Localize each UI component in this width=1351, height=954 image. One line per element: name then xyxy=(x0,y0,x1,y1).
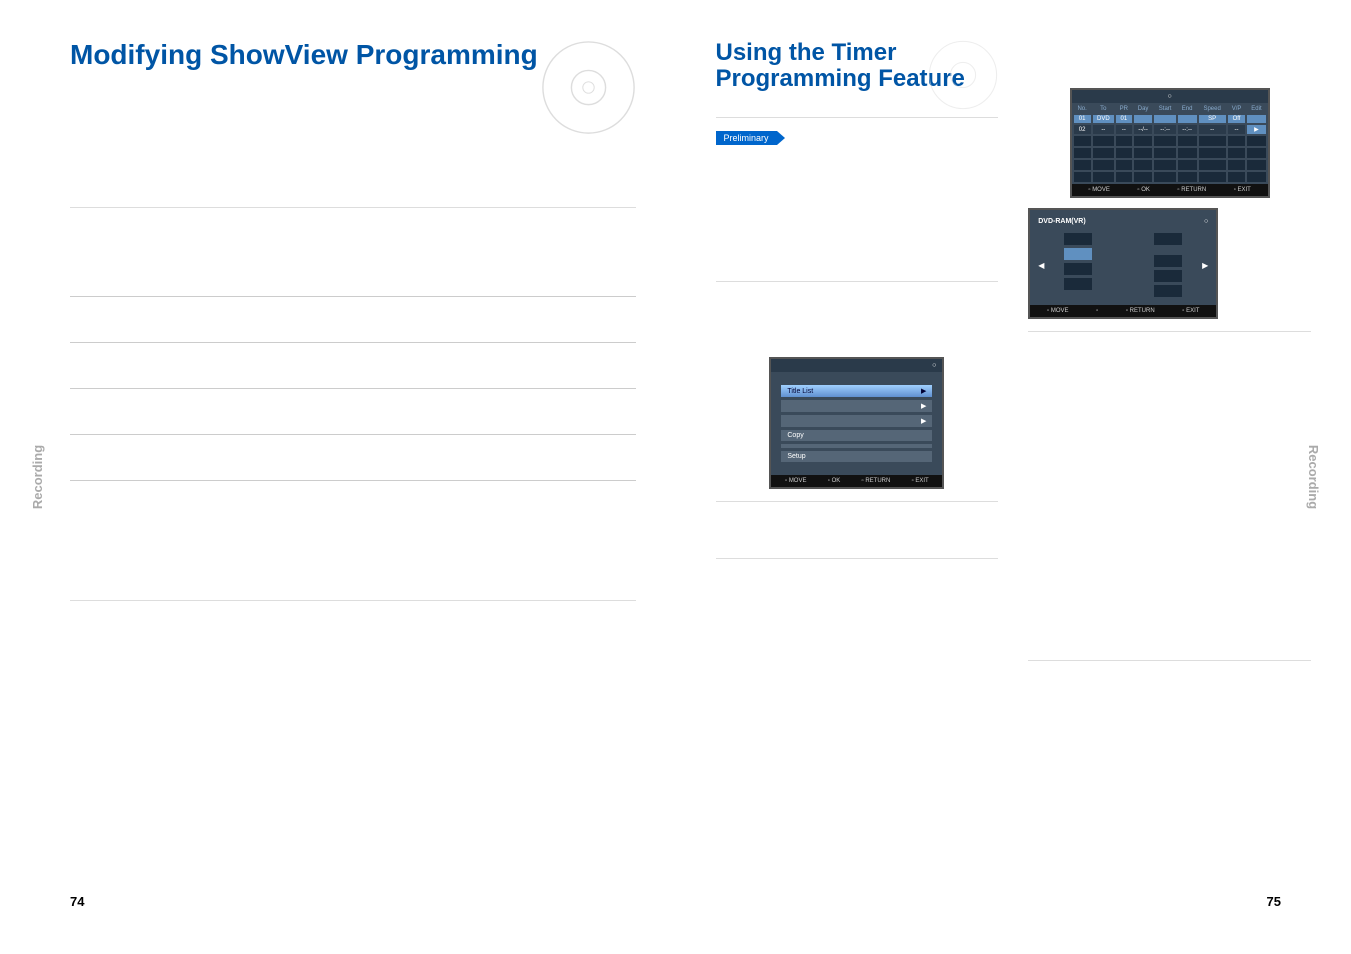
menu-item-setup: Setup xyxy=(781,451,932,462)
programme-screenshot: DVD-RAM(VR) ○ ◀ xyxy=(1028,208,1218,319)
page-number-right: 75 xyxy=(1267,894,1281,909)
disc-icon xyxy=(541,40,636,135)
table-row xyxy=(1074,160,1266,170)
side-tab-left: Recording xyxy=(30,445,45,509)
prelim-text: 1. Check the clock of your DVD recorder … xyxy=(716,156,999,201)
row-programme-number: Programme number ◀ ▶ Press the ◀ or ▶ bu… xyxy=(70,218,636,297)
menu-item-copy: Copy xyxy=(781,430,932,441)
menu-item: ▶ xyxy=(781,400,932,412)
side-tab-right: Recording xyxy=(1306,445,1321,509)
preliminary-badge: Preliminary xyxy=(716,131,777,145)
step-3: ▲▼ ▶ xyxy=(1028,44,1311,74)
step-2: ▲▼ ▶ xyxy=(716,514,999,544)
menu-item xyxy=(781,444,932,448)
page-number-left: 74 xyxy=(70,894,84,909)
circled-1: ① xyxy=(716,294,726,311)
table-row: 01 DVD 01 SP Off xyxy=(1074,115,1266,123)
disc-icon-right xyxy=(928,40,998,110)
row-edit: Edit ◀ ▶▲ ▼ xyxy=(70,481,636,550)
circled-2: ② xyxy=(716,310,726,327)
table-row xyxy=(1074,172,1266,182)
page-74: Recording Modifying ShowView Programming… xyxy=(0,0,676,954)
timer-table: No. To PR Day Start End Speed V/P Edit xyxy=(1072,103,1268,184)
table-row: 02 -- -- --/-- --:-- --:-- -- -- ▶ xyxy=(1074,125,1266,134)
menu-screenshot: ○ Title List▶ ▶ ▶ Copy Setup ▫ MOVE ▫ OK… xyxy=(769,357,944,489)
menu-item: ▶ xyxy=(781,415,932,427)
note-set: ▲▼ xyxy=(1028,364,1311,380)
step-1: ①① Press MENU button. ② ▲▼ ▶ ③ xyxy=(716,294,999,344)
row-time: Start/Stop time ◀ ▶▲ ▼ xyxy=(70,343,636,389)
step-4: ◀▶ ▲▼ xyxy=(1028,344,1311,380)
timer-record-screenshot: ○ No. To PR Day Start End Speed V/P Edit xyxy=(1070,88,1270,198)
row-speed: Tape Speed ◀ ▶▲ ▼ xyxy=(70,389,636,435)
page-75: Recording Using the Timer Programming Fe… xyxy=(676,0,1351,954)
row-vps: VPS/PDC ◀ ▶▲ ▼ xyxy=(70,435,636,481)
circled-3: ③ xyxy=(716,327,726,344)
note-move: ◀▶ xyxy=(1028,344,1311,360)
menu-tagline: ▫ MOVE ▫ OK ▫ RETURN ▫ EXIT xyxy=(771,475,942,487)
table-row xyxy=(1074,148,1266,158)
row-day: Day selection ◀ ▶▲ ▼ xyxy=(70,297,636,343)
table-row xyxy=(1074,136,1266,146)
menu-item-title-list: Title List▶ xyxy=(781,385,932,397)
